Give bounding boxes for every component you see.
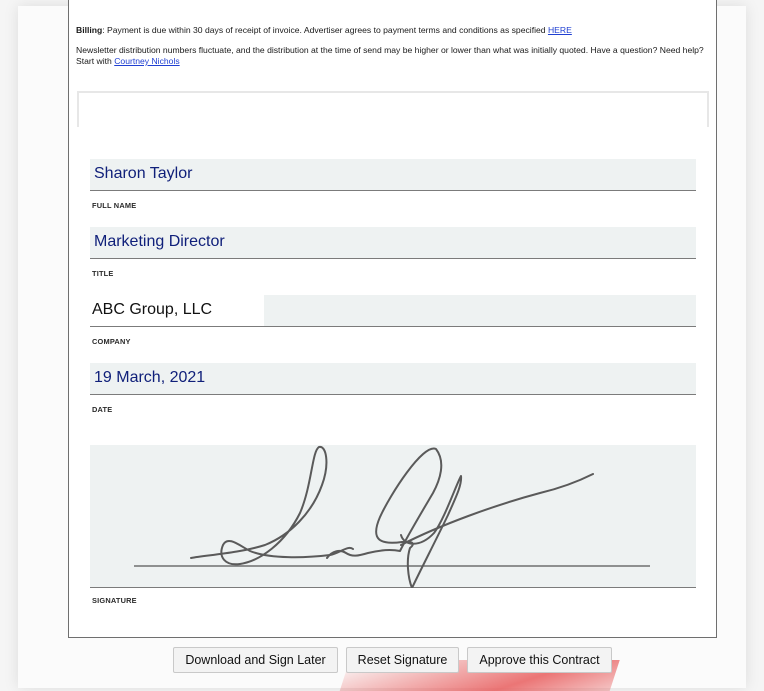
full-name-field[interactable]: Sharon Taylor — [90, 159, 696, 191]
download-sign-later-button[interactable]: Download and Sign Later — [173, 647, 338, 673]
signature-label: SIGNATURE — [92, 596, 137, 605]
distribution-note: Newsletter distribution numbers fluctuat… — [76, 45, 706, 67]
billing-terms: Billing: Payment is due within 30 days o… — [76, 25, 706, 36]
action-bar: Download and Sign Later Reset Signature … — [0, 647, 764, 673]
signature-drawing — [134, 445, 650, 588]
title-value: Marketing Director — [94, 233, 225, 250]
full-name-label: FULL NAME — [92, 201, 137, 210]
company-label: COMPANY — [92, 337, 131, 346]
contact-link[interactable]: Courtney Nichols — [114, 56, 179, 66]
signature-pad[interactable] — [90, 445, 696, 588]
reset-signature-button[interactable]: Reset Signature — [346, 647, 459, 673]
contract-document: Billing: Payment is due within 30 days o… — [68, 0, 717, 638]
date-label: DATE — [92, 405, 113, 414]
date-value: 19 March, 2021 — [94, 369, 206, 386]
approve-contract-button[interactable]: Approve this Contract — [467, 647, 612, 673]
date-field[interactable]: 19 March, 2021 — [90, 363, 696, 395]
terms-link[interactable]: HERE — [548, 25, 572, 35]
billing-text: : Payment is due within 30 days of recei… — [102, 25, 548, 35]
empty-notes-box — [77, 91, 709, 127]
full-name-value: Sharon Taylor — [94, 165, 193, 182]
title-field[interactable]: Marketing Director — [90, 227, 696, 259]
title-label: TITLE — [92, 269, 114, 278]
company-value: ABC Group, LLC — [92, 301, 213, 318]
billing-heading: Billing — [76, 25, 103, 35]
company-field[interactable]: ABC Group, LLC — [90, 295, 696, 327]
